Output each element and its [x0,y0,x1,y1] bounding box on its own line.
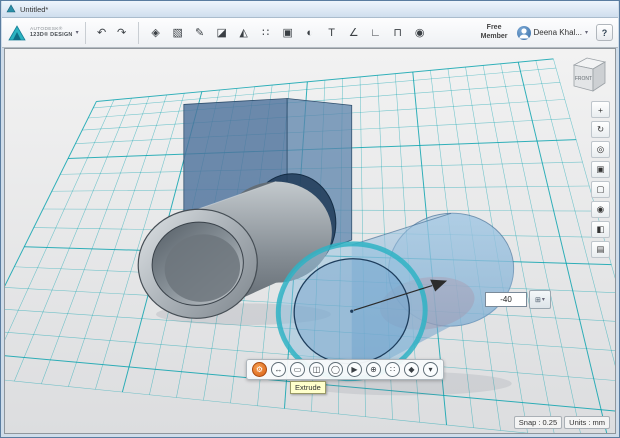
zoom-window-icon[interactable]: ▣ [591,161,610,178]
snap-setting[interactable]: Snap : 0.25 [513,416,563,429]
dimension-options-button[interactable]: ⊞ ▾ [529,290,551,309]
combine-icon[interactable]: ◐ [300,20,320,46]
pattern-icon[interactable]: ∷ [385,362,400,377]
move-icon[interactable]: ↔ [271,362,286,377]
window-title: Untitled* [20,4,49,14]
toolbar-separator [137,21,139,44]
membership-line1: Free [486,23,502,31]
units-setting[interactable]: Units : mm [564,416,610,429]
brand-menu[interactable]: AUTODESK® 123D® DESIGN ▾ [7,24,79,42]
undo-icon[interactable]: ↶ [92,20,112,46]
transform-icon[interactable]: ◈ [146,20,166,46]
center-point[interactable] [350,309,354,313]
status-bar: Snap : 0.25 Units : mm [513,416,610,429]
user-menu[interactable]: Deena Khal... ▾ [516,25,588,40]
help-button[interactable]: ? [596,24,613,41]
chevron-down-icon: ▾ [584,30,588,36]
measure-icon[interactable]: ∠ [344,20,364,46]
fit-view-icon[interactable]: ▢ [591,181,610,198]
pattern-icon[interactable]: ∷ [256,20,276,46]
avatar [516,25,531,40]
view-cube[interactable]: FRONT [565,51,609,95]
primitive-box-icon[interactable]: ▭ [290,362,305,377]
pointer-icon[interactable]: ▶ [347,362,362,377]
snap-icon[interactable]: ⊓ [388,20,408,46]
modify-icon[interactable]: ◭ [234,20,254,46]
membership-status: Free Member [481,24,508,42]
extrude-icon[interactable]: ◫ [309,362,324,377]
membership-line2: Member [480,32,508,40]
dimension-popup: ⊞▾ [485,290,551,309]
history-buttons: ↶ ↷ [92,20,132,46]
view-cube-front-label: FRONT [575,76,592,82]
extrude-tooltip: Extrude [290,381,326,394]
app-window: Untitled* AUTODESK® 123D® DESIGN ▾ ↶ ↷ ◈ ▧… [0,0,620,438]
snap-target-icon[interactable]: ⊕ [366,362,381,377]
shade-material-icon[interactable]: ◧ [591,221,610,238]
tool-buttons: ◈ ▧ ✎ ◪ ◭ ∷ ▣ ◐ T ∠ ∟ ⊓ ◉ [145,20,431,46]
material-icon[interactable]: ◉ [410,20,430,46]
construct-icon[interactable]: ◪ [212,20,232,46]
orbit-icon[interactable]: ↻ [591,121,610,138]
main-toolbar: AUTODESK® 123D® DESIGN ▾ ↶ ↷ ◈ ▧ ✎ ◪ ◭ ∷ ▣ ◐ T ∠ ∟ ⊓… [2,18,618,48]
chevron-down-icon: ▾ [541,297,545,303]
zoom-icon[interactable]: ◎ [591,141,610,158]
sketch-icon[interactable]: ✎ [190,20,210,46]
sphere-icon[interactable]: ◯ [328,362,343,377]
context-toolbar: ⚙ ↔ ▭ ◫ ◯ ▶ ⊕ ∷ ◆ ▾ [246,359,444,380]
toolbar-separator [84,21,86,44]
redo-icon[interactable]: ↷ [112,20,132,46]
outline-icon[interactable]: ▤ [591,241,610,258]
primitives-icon[interactable]: ▧ [168,20,188,46]
ruler-icon[interactable]: ∟ [366,20,386,46]
pan-icon[interactable]: + [591,101,610,118]
text-icon[interactable]: T [322,20,342,46]
brand-logo-icon [8,24,26,40]
visibility-icon[interactable]: ◉ [591,201,610,218]
app-icon [6,4,16,13]
brand-line2: 123D® DESIGN [30,32,73,39]
chevron-down-icon: ▾ [75,30,79,36]
more-icon[interactable]: ▾ [423,362,438,377]
person-icon [518,27,529,38]
navigation-toolbar: + ↻ ◎ ▣ ▢ ◉ ◧ ▤ [591,101,610,258]
grouping-icon[interactable]: ▣ [278,20,298,46]
dimension-input[interactable] [485,292,527,307]
gear-icon[interactable]: ⚙ [252,362,267,377]
viewport-3d[interactable]: FRONT +↻◎▣▢◉◧▤ ⊞▾ ⚙↔▭◫◯▶⊕∷◆▾ Extrude Sna… [4,48,616,434]
user-name: Deena Khal... [533,28,582,37]
titlebar[interactable]: Untitled* [2,1,618,18]
grid-icon: ⊞ [535,296,541,304]
fit-icon[interactable]: ◆ [404,362,419,377]
